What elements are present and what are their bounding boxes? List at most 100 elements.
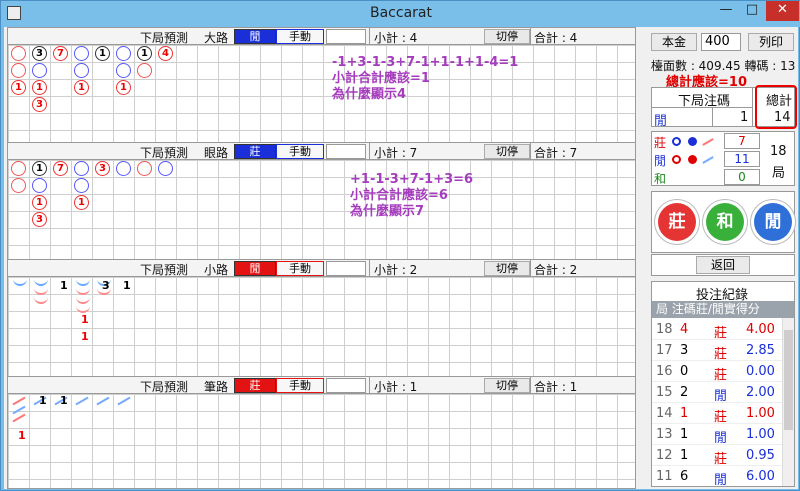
record-bet: 1	[680, 406, 689, 421]
banker-count: 7	[724, 133, 760, 149]
player-marker	[116, 161, 131, 176]
record-side: 莊	[714, 347, 728, 362]
player-marker	[74, 63, 89, 78]
manual-button[interactable]: 手動	[276, 261, 324, 276]
player-slash	[96, 396, 110, 406]
right-panel: 本金 400 列印 檯面數 : 409.45 轉碼 : 13 總計應該=10 下…	[648, 27, 798, 489]
player-count: 11	[724, 151, 760, 167]
record-row: 12 1 莊 0.95	[652, 445, 783, 467]
minimize-button[interactable]: —	[713, 1, 739, 21]
record-bet: 3	[680, 343, 689, 358]
record-side: 莊	[714, 410, 728, 425]
separator	[530, 28, 531, 45]
tally-box: 莊 閒 和 7 11 0 18 局	[651, 131, 795, 186]
stop-button[interactable]: 切停	[484, 144, 530, 159]
value-box	[326, 378, 366, 393]
road-grid: 1 1 1 3 1	[8, 277, 635, 376]
player-slash	[117, 396, 131, 406]
separator	[369, 260, 370, 277]
value-box	[326, 261, 366, 276]
predict-indicator: 莊	[234, 144, 276, 159]
banker-marker	[11, 63, 26, 78]
banker-marker: 3	[95, 161, 110, 176]
stop-button[interactable]: 切停	[484, 29, 530, 44]
player-marker	[32, 63, 47, 78]
player-marker: 1	[95, 46, 110, 61]
predict-indicator: 閒	[234, 29, 276, 44]
banker-marker: 3	[32, 97, 47, 112]
separator	[369, 143, 370, 160]
pen-road-panel: 下局預測 筆路 莊 手動 小計 : 1 切停 合計 : 1 1 1 1	[7, 376, 636, 489]
banker-arc	[76, 306, 90, 313]
predict-indicator: 閒	[234, 261, 276, 276]
total-label: 合計 : 1	[534, 380, 578, 394]
stop-button[interactable]: 切停	[484, 378, 530, 393]
banker-arc	[76, 297, 90, 304]
banker-label: 莊	[654, 136, 667, 150]
record-row: 18 4 莊 4.00	[652, 319, 783, 341]
capital-button[interactable]: 本金	[651, 33, 697, 51]
subtotal-label: 小計 : 4	[374, 31, 418, 45]
record-side: 閒	[714, 431, 728, 446]
banker-arc	[97, 288, 111, 295]
player-bet-button[interactable]: 閒	[754, 203, 792, 241]
panel-header: 下局預測 大路 閒 手動 小計 : 4 切停 合計 : 4	[8, 28, 635, 45]
record-scrollbar[interactable]	[782, 318, 794, 486]
back-button[interactable]: 返回	[696, 256, 750, 274]
manual-button[interactable]: 手動	[276, 29, 324, 44]
stop-button[interactable]: 切停	[484, 261, 530, 276]
total-label: 合計 : 4	[534, 31, 578, 45]
record-round: 13	[656, 427, 673, 442]
record-bet: 4	[680, 322, 689, 337]
title-bar[interactable]: Baccarat — □ ✕	[1, 1, 800, 27]
bet-buttons-box: 莊 和 閒	[651, 191, 795, 253]
banker-slash	[12, 413, 26, 423]
app-window: Baccarat — □ ✕ 下局預測 大路 閒 手動 小計 : 4 切停 合計…	[0, 0, 800, 491]
bet-record-panel: 投注紀錄 局 注碼莊/閒實得分 18 4 莊 4.00 17 3 莊 2.85 16 0 莊 0.00…	[651, 281, 795, 487]
player-arc	[76, 279, 90, 286]
banker-arc	[34, 297, 48, 304]
banker-marker: 1	[32, 195, 47, 210]
print-button[interactable]: 列印	[748, 33, 794, 51]
player-arc	[13, 279, 27, 286]
player-marker	[74, 178, 89, 193]
window-title: Baccarat	[370, 5, 432, 21]
record-score: 2.85	[746, 343, 775, 358]
player-label: 閒	[654, 154, 667, 168]
banker-marker	[11, 161, 26, 176]
annotation-formula: -1+3-1-3+7-1+1-1+1-4=1	[332, 55, 519, 70]
record-bet: 2	[680, 385, 689, 400]
record-round: 11	[656, 469, 673, 484]
banker-marker: 1	[116, 80, 131, 95]
manual-button[interactable]: 手動	[276, 144, 324, 159]
scrollbar-thumb[interactable]	[784, 330, 793, 430]
annotation-question: 為什麼顯示7	[350, 204, 425, 219]
count-label: 1	[81, 313, 89, 326]
record-row: 13 1 閒 1.00	[652, 424, 783, 446]
manual-button[interactable]: 手動	[276, 378, 324, 393]
close-button[interactable]: ✕	[766, 1, 799, 21]
banker-bet-button[interactable]: 莊	[658, 203, 696, 241]
subtotal-label: 小計 : 7	[374, 146, 418, 160]
banker-marker: 1	[74, 80, 89, 95]
record-score: 2.00	[746, 385, 775, 400]
player-slash	[75, 396, 89, 406]
capital-input[interactable]: 400	[701, 33, 741, 51]
total-label: 合計 : 7	[534, 146, 578, 160]
separator	[530, 260, 531, 277]
predict-label: 下局預測	[140, 380, 189, 394]
record-score: 6.00	[746, 469, 775, 484]
player-marker: 1	[137, 46, 152, 61]
maximize-button[interactable]: □	[739, 1, 765, 21]
banker-marker: 1	[11, 80, 26, 95]
record-row: 14 1 莊 1.00	[652, 403, 783, 425]
separator	[369, 28, 370, 45]
banker-marker	[11, 46, 26, 61]
predict-label: 下局預測	[140, 31, 189, 45]
value-box	[326, 29, 366, 44]
player-marker: 1	[32, 161, 47, 176]
player-circle-icon	[672, 137, 681, 146]
tie-bet-button[interactable]: 和	[706, 203, 744, 241]
banker-slash-icon	[702, 138, 714, 146]
rounds-unit: 局	[772, 166, 786, 181]
